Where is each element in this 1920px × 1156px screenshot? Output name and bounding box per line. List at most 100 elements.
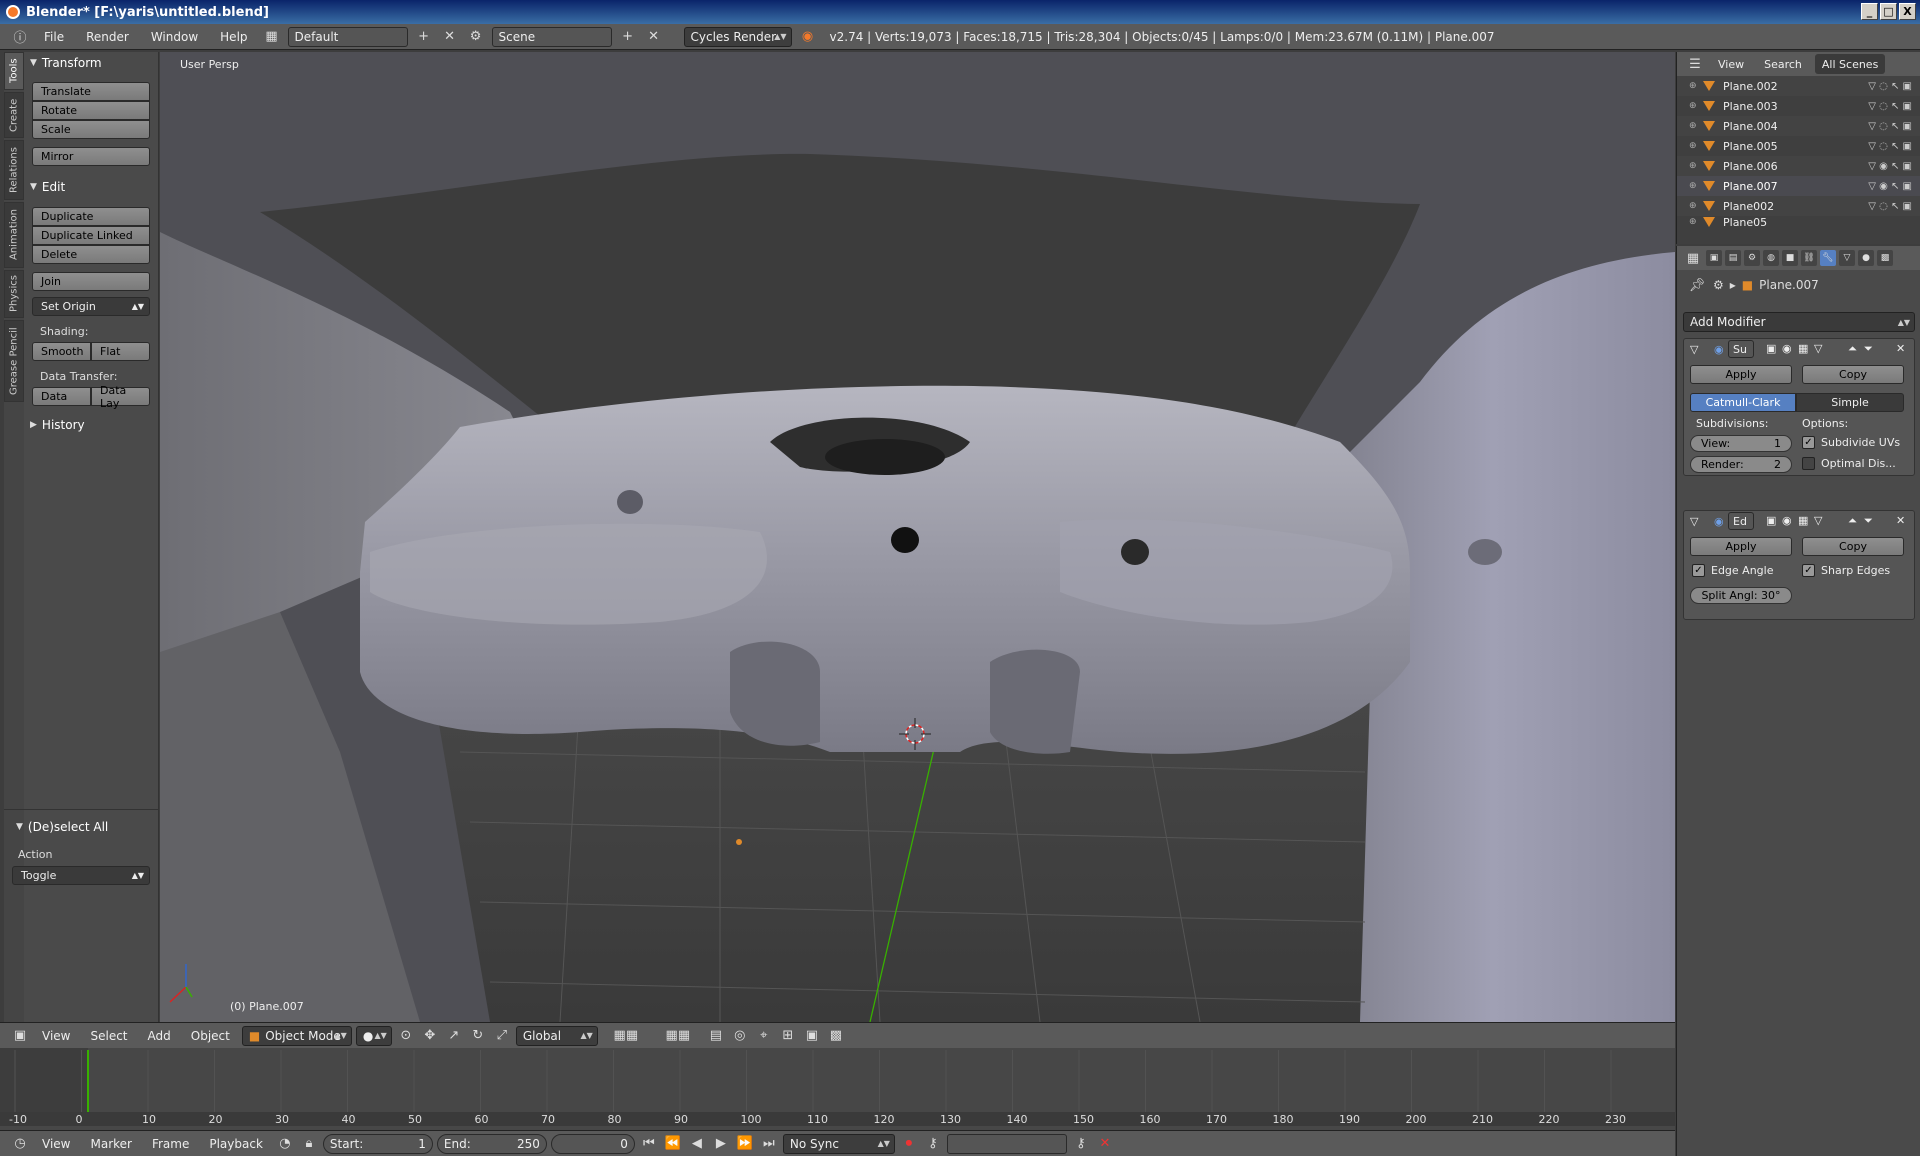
menu-view[interactable]: View xyxy=(34,1026,78,1046)
expand-icon[interactable]: ⊕ xyxy=(1689,217,1703,227)
sharp-edges-checkbox[interactable]: ✓ Sharp Edges xyxy=(1802,564,1890,577)
tab-animation[interactable]: Animation xyxy=(4,202,24,268)
render-engine-dropdown[interactable]: Cycles Render ▲▼ xyxy=(683,26,792,47)
outliner-item-toggles[interactable]: ▽ ◌ ↖ ▣ xyxy=(1868,121,1912,132)
pivot-icon[interactable]: ⊙ xyxy=(396,1026,416,1046)
preview-range-icon[interactable]: ◔ xyxy=(275,1134,295,1154)
outliner-editor-icon[interactable]: ☰ xyxy=(1685,54,1705,74)
mode-dropdown[interactable]: ■ Object Mode ▲▼ xyxy=(241,1025,352,1046)
translate-button[interactable]: Translate xyxy=(32,82,150,101)
editmode-toggle-icon[interactable]: ▦ xyxy=(1798,342,1808,355)
viewport-toggle-icon[interactable]: ◉ xyxy=(1782,514,1792,527)
sync-dropdown[interactable]: No Sync ▲▼ xyxy=(782,1133,895,1154)
subdivide-uvs-checkbox[interactable]: ✓ Subdivide UVs xyxy=(1802,436,1900,449)
info-editor-icon[interactable]: ⓘ xyxy=(10,27,30,47)
duplicate-button[interactable]: Duplicate xyxy=(32,207,150,226)
smooth-button[interactable]: Smooth xyxy=(32,342,91,361)
next-key-icon[interactable]: ⏩ xyxy=(735,1134,755,1154)
remove-layout-icon[interactable]: ✕ xyxy=(440,27,460,47)
insert-keyframe-icon[interactable]: ⚷ xyxy=(1071,1134,1091,1154)
proportional-icon[interactable]: ◎ xyxy=(730,1026,750,1046)
menu-add[interactable]: Add xyxy=(140,1026,179,1046)
3d-viewport[interactable]: User Persp (0) Plane.007 xyxy=(160,52,1675,1022)
close-button[interactable]: X xyxy=(1899,3,1916,20)
move-down-icon[interactable]: ⏷ xyxy=(1864,514,1873,528)
render-toggle-icon[interactable]: ▣ xyxy=(1766,514,1776,527)
timeline-menu-view[interactable]: View xyxy=(34,1134,78,1154)
outliner-item[interactable]: ⊕ Plane.005 ▽ ◌ ↖ ▣ xyxy=(1677,136,1920,156)
outliner-item-toggles[interactable]: ▽ ◌ ↖ ▣ xyxy=(1868,201,1912,212)
modifiers-tab-icon[interactable]: 🔧︎ xyxy=(1820,250,1836,266)
outliner-item-selected[interactable]: ⊕ Plane.007 ▽ ◉ ↖ ▣ xyxy=(1677,176,1920,196)
start-frame-field[interactable]: Start: 1 xyxy=(322,1133,433,1154)
snap-target-icon[interactable]: ⊞ xyxy=(778,1026,798,1046)
move-up-icon[interactable]: ⏶ xyxy=(1848,514,1857,528)
rotate-manipulator-icon[interactable]: ↻ xyxy=(468,1026,488,1046)
menu-help[interactable]: Help xyxy=(212,27,255,47)
data-transfer-button[interactable]: Data xyxy=(32,387,91,406)
outliner-item-toggles[interactable]: ▽ ◌ ↖ ▣ xyxy=(1868,101,1912,112)
outliner-item-toggles[interactable]: ▽ ◌ ↖ ▣ xyxy=(1868,81,1912,92)
add-modifier-dropdown[interactable]: Add Modifier ▲▼ xyxy=(1683,312,1915,332)
join-button[interactable]: Join xyxy=(32,272,150,291)
scale-manipulator-icon[interactable]: ⤢ xyxy=(492,1026,512,1046)
play-icon[interactable]: ▶ xyxy=(711,1134,731,1154)
view-levels-field[interactable]: View: 1 xyxy=(1690,435,1792,452)
material-tab-icon[interactable]: ● xyxy=(1858,250,1874,266)
simple-button[interactable]: Simple xyxy=(1796,393,1904,412)
expand-icon[interactable]: ⊕ xyxy=(1689,81,1703,91)
outliner-scenes-dropdown[interactable]: All Scenes xyxy=(1814,54,1886,74)
scale-button[interactable]: Scale xyxy=(32,120,150,139)
tab-create[interactable]: Create xyxy=(4,92,24,138)
scene-tab-icon[interactable]: ⚙ xyxy=(1744,250,1760,266)
translate-manipulator-icon[interactable]: ↗ xyxy=(444,1026,464,1046)
render-levels-field[interactable]: Render: 2 xyxy=(1690,456,1792,473)
delete-button[interactable]: Delete xyxy=(32,245,150,264)
edge-split-copy-button[interactable]: Copy xyxy=(1802,537,1904,556)
edge-angle-checkbox[interactable]: ✓ Edge Angle xyxy=(1692,564,1773,577)
edge-split-name-field[interactable]: Ed xyxy=(1728,512,1754,530)
prev-key-icon[interactable]: ⏪ xyxy=(663,1134,683,1154)
rotate-button[interactable]: Rotate xyxy=(32,101,150,120)
outliner-view-menu[interactable]: View xyxy=(1711,54,1751,74)
object-tab-icon[interactable]: ■ xyxy=(1782,250,1798,266)
layers-icon[interactable]: ▦▦ xyxy=(602,1026,650,1046)
edit-panel-header[interactable]: ▼Edit::: xyxy=(30,178,173,196)
collapse-icon[interactable]: ▽ xyxy=(1690,343,1698,356)
menu-object[interactable]: Object xyxy=(183,1026,238,1046)
delete-keyframe-icon[interactable]: ✕ xyxy=(1095,1134,1115,1154)
menu-select[interactable]: Select xyxy=(82,1026,135,1046)
lock-icon[interactable]: 🔒︎ xyxy=(299,1134,319,1154)
render-tab-icon[interactable]: ▣ xyxy=(1706,250,1722,266)
render-anim-icon[interactable]: ▩ xyxy=(826,1026,846,1046)
mirror-button[interactable]: Mirror xyxy=(32,147,150,166)
render-layers-tab-icon[interactable]: ▤ xyxy=(1725,250,1741,266)
minimize-button[interactable]: _ xyxy=(1861,3,1878,20)
editmode-toggle-icon[interactable]: ▦ xyxy=(1798,514,1808,527)
layers2-icon[interactable]: ▦▦ xyxy=(654,1026,702,1046)
texture-tab-icon[interactable]: ▩ xyxy=(1877,250,1893,266)
remove-scene-icon[interactable]: ✕ xyxy=(644,27,664,47)
move-down-icon[interactable]: ⏷ xyxy=(1864,342,1873,356)
outliner-item[interactable]: ⊕ Plane05 xyxy=(1677,216,1920,228)
duplicate-linked-button[interactable]: Duplicate Linked xyxy=(32,226,150,245)
expand-icon[interactable]: ⊕ xyxy=(1689,141,1703,151)
remove-modifier-icon[interactable]: ✕ xyxy=(1896,514,1905,527)
tab-tools[interactable]: Tools xyxy=(4,52,24,90)
data-tab-icon[interactable]: ▽ xyxy=(1839,250,1855,266)
cage-toggle-icon[interactable]: ▽ xyxy=(1814,514,1822,527)
edge-split-apply-button[interactable]: Apply xyxy=(1690,537,1792,556)
subsurf-copy-button[interactable]: Copy xyxy=(1802,365,1904,384)
split-angle-field[interactable]: Split Angl: 30° xyxy=(1690,587,1792,604)
expand-icon[interactable]: ⊕ xyxy=(1689,181,1703,191)
action-dropdown[interactable]: Toggle ▲▼ xyxy=(12,866,150,885)
properties-editor-icon[interactable]: ▦ xyxy=(1683,248,1703,268)
keying-set-icon[interactable]: ⚷ xyxy=(923,1134,943,1154)
maximize-button[interactable]: □ xyxy=(1880,3,1897,20)
shading-dropdown[interactable]: ● ▲▼ xyxy=(355,1025,392,1046)
outliner-item[interactable]: ⊕ Plane.003 ▽ ◌ ↖ ▣ xyxy=(1677,96,1920,116)
pin-icon[interactable]: 📌︎ xyxy=(1687,275,1707,295)
tab-physics[interactable]: Physics xyxy=(4,270,24,318)
timeline-menu-frame[interactable]: Frame xyxy=(144,1134,197,1154)
timeline[interactable]: -10 0 10 20 30 40 50 60 70 80 90 100 110 120 130 140 150… xyxy=(0,1048,1675,1130)
